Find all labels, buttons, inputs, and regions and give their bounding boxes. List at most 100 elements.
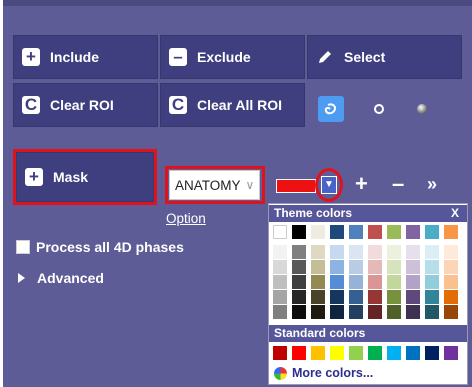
theme-shade-swatch[interactable]	[444, 260, 458, 274]
chevron-down-icon: ∨	[245, 178, 255, 192]
theme-color-swatch[interactable]	[444, 225, 458, 239]
theme-shade-swatch[interactable]	[444, 275, 458, 289]
theme-shade-swatch[interactable]	[368, 260, 382, 274]
more-colors-button[interactable]: More colors...	[274, 366, 373, 380]
theme-shade-swatch[interactable]	[368, 275, 382, 289]
standard-color-swatch[interactable]	[406, 346, 420, 360]
color-dropdown-button[interactable]: ▼	[321, 176, 337, 194]
theme-shade-swatch[interactable]	[311, 290, 325, 304]
theme-shade-swatch[interactable]	[273, 305, 287, 319]
theme-shade-swatch[interactable]	[273, 290, 287, 304]
standard-color-swatch[interactable]	[292, 346, 306, 360]
theme-shade-swatch[interactable]	[330, 260, 344, 274]
theme-shade-swatch[interactable]	[292, 275, 306, 289]
theme-shade-swatch[interactable]	[311, 305, 325, 319]
theme-shade-swatch[interactable]	[311, 260, 325, 274]
standard-color-swatch[interactable]	[330, 346, 344, 360]
theme-shade-swatch[interactable]	[406, 260, 420, 274]
color-wheel-icon	[274, 366, 287, 380]
panel-top-strip	[3, 0, 472, 6]
mask-button[interactable]: + Mask	[16, 152, 154, 202]
theme-color-swatch[interactable]	[425, 225, 439, 239]
theme-shade-swatch[interactable]	[349, 260, 363, 274]
theme-shade-swatch[interactable]	[330, 245, 344, 259]
plus-icon: +	[22, 48, 40, 66]
theme-shade-swatch[interactable]	[387, 260, 401, 274]
theme-shade-swatch[interactable]	[425, 305, 439, 319]
theme-color-swatch[interactable]	[406, 225, 420, 239]
advanced-toggle[interactable]: Advanced	[18, 270, 104, 286]
theme-shade-swatch[interactable]	[425, 275, 439, 289]
more-button[interactable]: »	[427, 170, 437, 198]
theme-shade-swatch[interactable]	[349, 245, 363, 259]
theme-color-swatch[interactable]	[368, 225, 382, 239]
theme-shade-swatch[interactable]	[368, 290, 382, 304]
theme-shade-swatch[interactable]	[425, 260, 439, 274]
theme-color-swatch[interactable]	[273, 225, 287, 239]
theme-shade-swatch[interactable]	[330, 305, 344, 319]
option-link[interactable]: Option	[166, 211, 206, 226]
theme-shade-swatch[interactable]	[444, 290, 458, 304]
theme-shade-swatch[interactable]	[349, 275, 363, 289]
theme-shade-swatch[interactable]	[349, 290, 363, 304]
theme-color-swatch[interactable]	[349, 225, 363, 239]
theme-shade-swatch[interactable]	[425, 245, 439, 259]
theme-color-swatch[interactable]	[387, 225, 401, 239]
theme-shade-swatch[interactable]	[273, 260, 287, 274]
add-button[interactable]: +	[355, 170, 368, 198]
color-palette-popup: Theme colors X Standard colors More colo…	[268, 203, 468, 385]
standard-color-swatch[interactable]	[444, 346, 458, 360]
theme-shade-swatch[interactable]	[330, 290, 344, 304]
theme-shade-swatch[interactable]	[349, 305, 363, 319]
standard-color-swatch[interactable]	[349, 346, 363, 360]
theme-shade-swatch[interactable]	[406, 305, 420, 319]
theme-shade-swatch[interactable]	[292, 305, 306, 319]
theme-shade-swatch[interactable]	[292, 245, 306, 259]
standard-color-swatch[interactable]	[273, 346, 287, 360]
clear-all-roi-label: Clear All ROI	[197, 97, 283, 113]
theme-shade-swatch[interactable]	[387, 290, 401, 304]
minus-icon: –	[169, 48, 187, 66]
theme-shade-swatch[interactable]	[273, 245, 287, 259]
standard-colors-title: Standard colors	[274, 326, 366, 340]
theme-shade-swatch[interactable]	[368, 305, 382, 319]
exclude-button[interactable]: – Exclude	[160, 35, 305, 79]
theme-shade-swatch[interactable]	[311, 275, 325, 289]
theme-shade-swatch[interactable]	[292, 260, 306, 274]
close-palette-button[interactable]: X	[451, 205, 459, 222]
standard-color-swatch[interactable]	[387, 346, 401, 360]
standard-color-swatch[interactable]	[425, 346, 439, 360]
circle-tool-button[interactable]	[366, 96, 392, 122]
freehand-tool-button[interactable]	[318, 96, 344, 122]
sphere-tool-button[interactable]	[409, 96, 435, 122]
theme-shade-swatch[interactable]	[444, 305, 458, 319]
theme-shade-swatch[interactable]	[292, 290, 306, 304]
clear-roi-button[interactable]: C Clear ROI	[13, 83, 158, 127]
theme-shade-swatch[interactable]	[311, 245, 325, 259]
theme-shade-swatch[interactable]	[406, 275, 420, 289]
theme-shade-swatch[interactable]	[406, 245, 420, 259]
theme-color-swatch[interactable]	[292, 225, 306, 239]
theme-color-swatch[interactable]	[330, 225, 344, 239]
more-colors-label: More colors...	[292, 366, 374, 380]
theme-shade-swatch[interactable]	[387, 245, 401, 259]
standard-color-swatch[interactable]	[311, 346, 325, 360]
theme-shade-swatch[interactable]	[368, 245, 382, 259]
theme-shade-swatch[interactable]	[406, 290, 420, 304]
theme-shade-swatch[interactable]	[273, 275, 287, 289]
theme-color-swatch[interactable]	[311, 225, 325, 239]
theme-shade-swatch[interactable]	[387, 275, 401, 289]
exclude-label: Exclude	[197, 49, 251, 65]
theme-shade-swatch[interactable]	[330, 275, 344, 289]
mask-color-swatch[interactable]	[276, 179, 316, 193]
select-button[interactable]: Select	[307, 35, 462, 79]
clear-all-roi-button[interactable]: C Clear All ROI	[160, 83, 305, 127]
theme-shade-swatch[interactable]	[387, 305, 401, 319]
mask-select[interactable]: ANATOMY ∨	[169, 170, 260, 200]
include-button[interactable]: + Include	[13, 35, 158, 79]
theme-shade-swatch[interactable]	[425, 290, 439, 304]
process-4d-checkbox[interactable]	[16, 240, 30, 254]
remove-button[interactable]: –	[392, 170, 404, 198]
standard-color-swatch[interactable]	[368, 346, 382, 360]
theme-shade-swatch[interactable]	[444, 245, 458, 259]
